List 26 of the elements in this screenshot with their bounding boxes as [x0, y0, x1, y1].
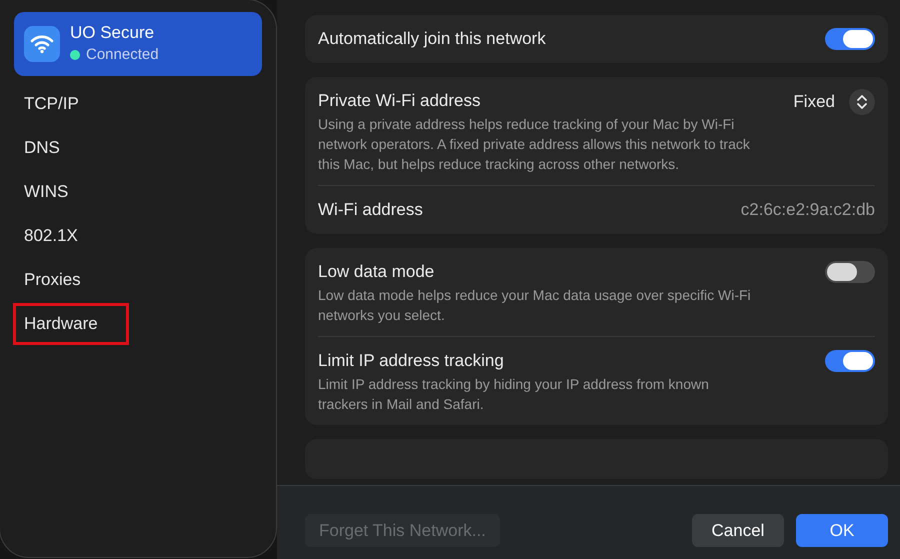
network-item[interactable]: UO Secure Connected	[14, 12, 262, 76]
sidebar-item[interactable]: Proxies	[16, 262, 89, 298]
setting-title: Low data mode	[318, 261, 436, 283]
setting-title: Private Wi-Fi address	[318, 90, 482, 112]
cancel-button[interactable]: Cancel	[692, 514, 784, 547]
setting-description: Using a private address helps reduce tracking of your Mac by Wi-Fi network operators. A fixed private address allows this network to track this Mac, but helps reduce tracking across other networks.	[318, 115, 751, 174]
setting-title: Wi-Fi address	[318, 199, 423, 221]
wifi-icon	[24, 26, 60, 62]
setting-title: Automatically join this network	[318, 28, 546, 50]
sidebar-item[interactable]: Hardware	[13, 303, 129, 345]
setting-title: Limit IP address tracking	[318, 350, 505, 372]
setting-description: Limit IP address tracking by hiding your IP address from known trackers in Mail and Safari.	[318, 375, 710, 414]
toggle-switch[interactable]	[825, 28, 875, 50]
sidebar-item[interactable]: TCP/IP	[16, 86, 87, 122]
toggle-switch[interactable]	[825, 350, 875, 372]
toggle-switch[interactable]	[825, 261, 875, 283]
sidebar-item[interactable]: 802.1X	[16, 218, 86, 254]
stepper-chevron-icon[interactable]	[849, 89, 875, 115]
popup-value[interactable]: Fixed	[793, 89, 835, 115]
setting-value: c2:6c:e2:9a:c2:db	[740, 199, 875, 222]
status-label: Connected	[86, 44, 159, 65]
sidebar-item[interactable]: DNS	[16, 130, 68, 166]
ok-button[interactable]: OK	[796, 514, 888, 547]
sidebar-item[interactable]: WINS	[16, 174, 76, 210]
setting-description: Low data mode helps reduce your Mac data usage over specific Wi-Fi networks you select.	[318, 286, 752, 325]
network-name: UO Secure	[70, 22, 156, 44]
